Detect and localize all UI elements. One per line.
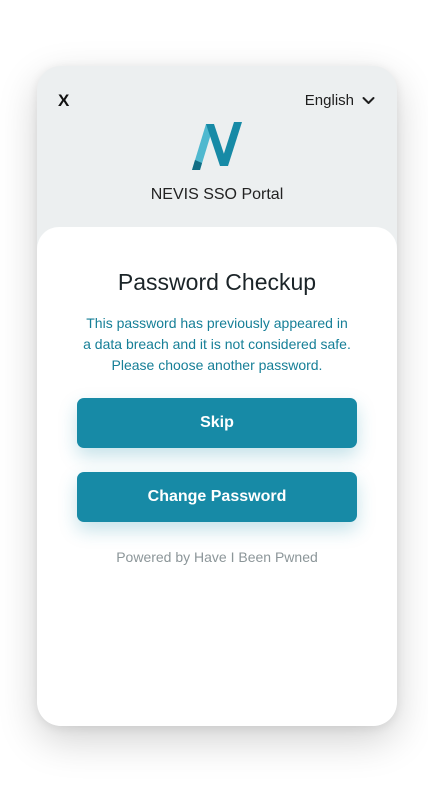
warning-line: This password has previously appeared in	[86, 315, 348, 331]
powered-by-text: Powered by Have I Been Pwned	[116, 549, 318, 565]
login-window: X English NEVIS SSO Portal Password Chec…	[37, 66, 397, 726]
warning-line: Please choose another password.	[111, 357, 323, 373]
chevron-down-icon	[362, 97, 375, 104]
warning-line: a data breach and it is not considered s…	[83, 336, 351, 352]
breach-warning-message: This password has previously appeared in…	[67, 313, 367, 376]
skip-button[interactable]: Skip	[77, 398, 357, 448]
language-selector[interactable]: English	[305, 92, 375, 109]
change-password-button[interactable]: Change Password	[77, 472, 357, 522]
nevis-logo	[192, 122, 242, 170]
close-button[interactable]: X	[58, 91, 69, 111]
page-title: Password Checkup	[117, 269, 317, 295]
language-label: English	[304, 92, 354, 109]
password-checkup-card: Password Checkup This password has previ…	[37, 227, 397, 726]
portal-title: NEVIS SSO Portal	[150, 186, 284, 203]
